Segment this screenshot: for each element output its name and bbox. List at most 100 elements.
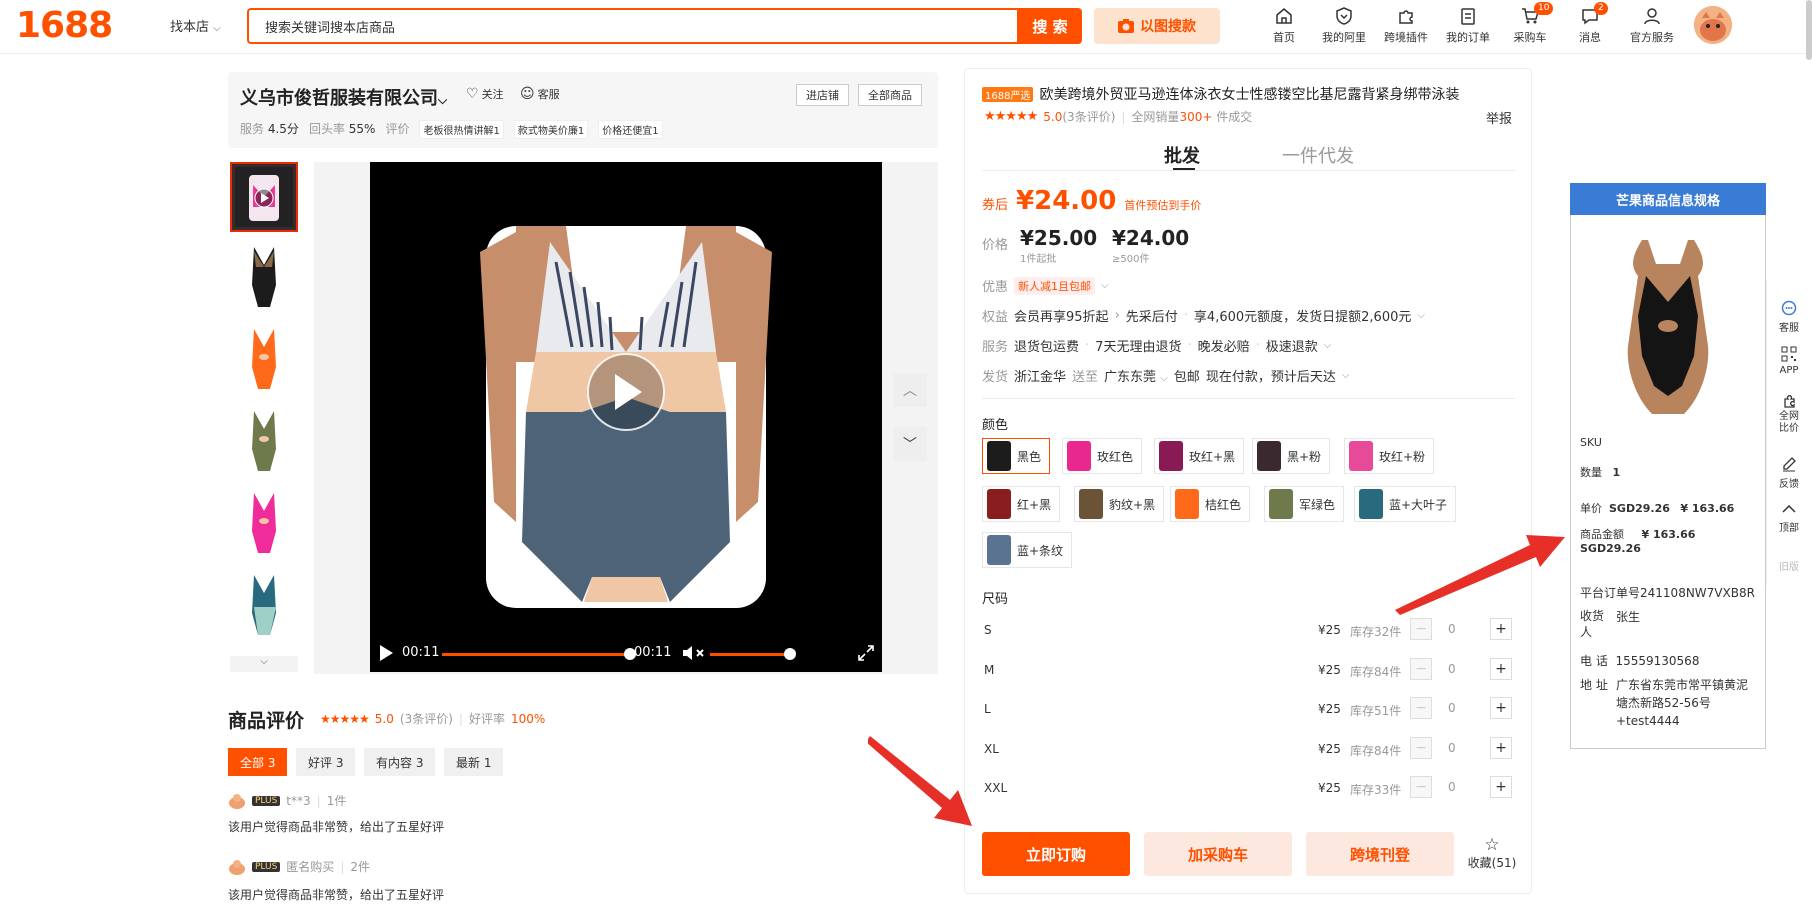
qty-plus-button[interactable]: + [1490, 697, 1512, 719]
chevron-down-icon[interactable]: ⌵ [1324, 340, 1332, 351]
color-option[interactable]: 玫红+黑 [1154, 438, 1245, 474]
color-option-label: 桔红色 [1205, 497, 1242, 512]
color-option[interactable]: 蓝+大叶子 [1354, 486, 1457, 522]
product-title: 1688严选 欧美跨境外贸亚马逊连体泳衣女士性感镂空比基尼露背紧身绑带泳装 [982, 84, 1459, 104]
thumbnail-image[interactable] [230, 325, 298, 395]
shipping-row: 发货 浙江金华 送至 广东东莞 ⌵ 包邮 现在付款，预计后天达 ⌵ [982, 366, 1349, 385]
puzzle-icon [1399, 10, 1413, 24]
mute-icon[interactable] [682, 644, 706, 662]
volume-handle[interactable] [784, 648, 796, 660]
add-to-cart-button[interactable]: 加采购车 [1144, 832, 1292, 876]
color-option[interactable]: 玫红色 [1062, 438, 1143, 474]
coupon-label: 券后 [982, 198, 1009, 213]
shop-service-button[interactable]: ☺ 客服 [520, 86, 560, 102]
sidebar-old-version[interactable]: 旧版 [1766, 558, 1812, 573]
color-option[interactable]: 豹纹+黑 [1074, 486, 1165, 522]
product-rating-value[interactable]: 5.0(3条评价) [1043, 108, 1115, 125]
avatar [229, 793, 245, 809]
play-icon[interactable] [378, 644, 394, 662]
review-tab-good[interactable]: 好评 3 [296, 748, 356, 776]
qty-plus-button[interactable]: + [1490, 618, 1512, 640]
enter-shop-button[interactable]: 进店铺 [796, 84, 849, 106]
promo-tag[interactable]: 新人减1且包邮 [1014, 276, 1096, 295]
qty-value[interactable]: 0 [1448, 780, 1456, 794]
buy-now-button[interactable]: 立即订购 [982, 832, 1130, 876]
chevron-down-icon: ⌵ [260, 656, 268, 667]
sidebar-compare[interactable]: 全网比价 [1766, 392, 1812, 435]
tab-dropship[interactable]: 一件代发 [1282, 142, 1354, 168]
avatar[interactable] [1694, 6, 1732, 44]
thumbnails-scroll-down[interactable]: ⌵ [230, 656, 298, 672]
review-tab-content[interactable]: 有内容 3 [364, 748, 436, 776]
sidebar-top[interactable]: 顶部 [1766, 502, 1812, 534]
compare-icon [1784, 395, 1795, 408]
sidebar-service[interactable]: 客服 [1766, 300, 1812, 334]
size-row: M ¥25 库存84件 − 0 + [982, 657, 1512, 684]
search-button[interactable]: 搜 索 [1018, 8, 1082, 44]
chevron-down-icon[interactable]: ⌵ [1342, 370, 1350, 381]
nav-messages[interactable]: 2 消息 [1560, 2, 1620, 45]
qty-plus-button[interactable]: + [1490, 736, 1512, 759]
thumbnail-image[interactable] [230, 243, 298, 313]
volume-bar[interactable] [710, 653, 790, 656]
ship-to-select[interactable]: 广东东莞 ⌵ [1104, 366, 1168, 385]
sidebar-feedback[interactable]: 反馈 [1766, 456, 1812, 490]
color-option[interactable]: 黑+粉 [1252, 438, 1331, 474]
qty-value[interactable]: 0 [1448, 662, 1456, 676]
media-next-button[interactable]: ﹀ [893, 427, 927, 461]
sidebar-app[interactable]: APP [1766, 346, 1812, 376]
top-icon [1782, 504, 1796, 513]
review-tab-all[interactable]: 全部 3 [228, 748, 288, 776]
all-products-button[interactable]: 全部商品 [858, 84, 922, 106]
cross-border-list-button[interactable]: 跨境刊登 [1306, 832, 1454, 876]
color-option[interactable]: 军绿色 [1264, 486, 1345, 522]
thumbnail-image[interactable] [230, 407, 298, 477]
color-option[interactable]: 桔红色 [1170, 486, 1251, 522]
video-progress-bar[interactable] [442, 653, 630, 656]
qty-minus-button[interactable]: − [1410, 618, 1432, 640]
chevron-down-icon[interactable]: ⌵ [1101, 280, 1109, 291]
qty-plus-button[interactable]: + [1490, 776, 1512, 798]
ship-to-label: 送至 [1072, 370, 1099, 385]
image-search-button[interactable]: 以图搜款 [1094, 8, 1220, 44]
nav-orders[interactable]: 我的订单 [1438, 6, 1498, 45]
product-video[interactable] [370, 162, 882, 672]
tab-wholesale[interactable]: 批发 [1164, 142, 1200, 168]
color-option[interactable]: 蓝+条纹 [982, 532, 1073, 568]
qty-minus-button[interactable]: − [1410, 697, 1432, 719]
site-logo[interactable]: 1688 [16, 5, 113, 46]
color-option[interactable]: 黑色 [982, 438, 1051, 474]
qty-minus-button[interactable]: − [1410, 657, 1432, 680]
video-progress-fill [442, 653, 630, 656]
qty-minus-button[interactable]: − [1410, 776, 1432, 798]
review-tab-latest[interactable]: 最新 1 [444, 748, 504, 776]
thumbnail-image[interactable] [230, 571, 298, 641]
color-option[interactable]: 红+黑 [982, 486, 1061, 522]
shop-name[interactable]: 义乌市俊哲服装有限公司⌵ [240, 84, 447, 110]
nav-home[interactable]: 首页 [1254, 6, 1314, 45]
report-link[interactable]: 举报 [1486, 108, 1512, 127]
qty-value[interactable]: 0 [1448, 741, 1456, 755]
search-input[interactable] [249, 10, 1017, 42]
favorite-button[interactable]: ☆ 收藏(51) [1464, 836, 1520, 871]
find-shop-dropdown[interactable]: 找本店 ⌵ [170, 16, 221, 35]
qty-minus-button[interactable]: − [1410, 736, 1432, 759]
nav-cart[interactable]: 10 采购车 [1500, 2, 1560, 45]
nav-plugin[interactable]: 跨境插件 [1376, 6, 1436, 45]
media-prev-button[interactable]: ︿ [893, 373, 927, 407]
thumbnail-video[interactable] [230, 162, 298, 232]
thumbnail-image[interactable] [230, 489, 298, 559]
nav-service[interactable]: 官方服务 [1622, 6, 1682, 45]
fullscreen-icon[interactable] [856, 643, 876, 663]
nav-my-ali[interactable]: 我的阿里 [1314, 6, 1374, 45]
benefit-item[interactable]: 会员再享95折起 [1014, 306, 1109, 325]
page-scrollbar[interactable] [1806, 0, 1812, 60]
chevron-down-icon[interactable]: ⌵ [1417, 310, 1425, 321]
color-option-label: 蓝+大叶子 [1389, 497, 1448, 512]
qty-plus-button[interactable]: + [1490, 657, 1512, 680]
info-address-line: 广东省东莞市常平镇黄泥 [1616, 678, 1749, 692]
color-option[interactable]: 玫红+粉 [1344, 438, 1435, 474]
qty-value[interactable]: 0 [1448, 701, 1456, 715]
follow-button[interactable]: ♡ 关注 [466, 86, 504, 102]
qty-value[interactable]: 0 [1448, 622, 1456, 636]
